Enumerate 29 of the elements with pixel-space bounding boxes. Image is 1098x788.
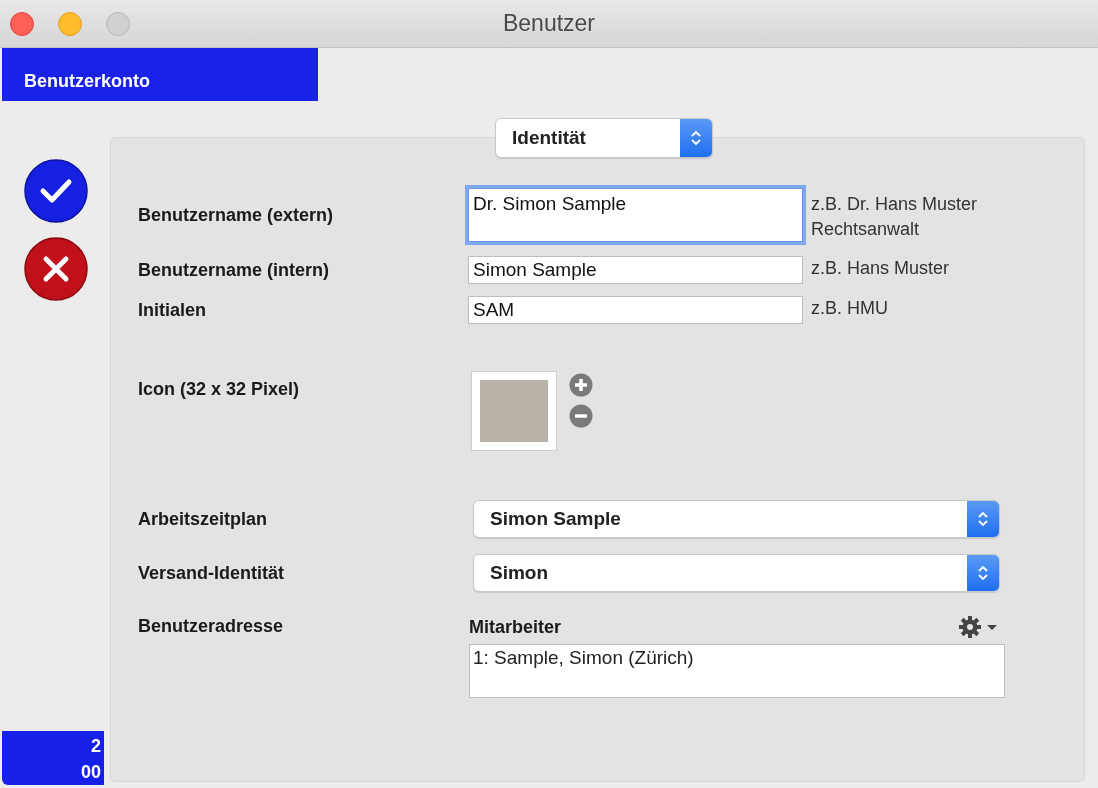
text-field[interactable]: Simon Sample bbox=[468, 256, 803, 284]
window-title: Benutzer bbox=[502, 10, 596, 37]
field-label: Benutzername (extern) bbox=[138, 204, 335, 226]
text-field[interactable]: SAM bbox=[468, 296, 803, 324]
field-label: Initialen bbox=[138, 299, 207, 321]
field-label: Icon (32 x 32 Pixel) bbox=[138, 379, 300, 399]
dropdown[interactable]: Simon bbox=[473, 554, 1000, 592]
hint-text: z.B. Hans Muster bbox=[810, 257, 951, 280]
remove-icon[interactable] bbox=[569, 404, 593, 428]
list-title: Mitarbeiter bbox=[469, 616, 562, 638]
field-label: Benutzername (intern) bbox=[138, 259, 331, 281]
field-label: Versand-Identität bbox=[138, 562, 286, 584]
cancel-button[interactable] bbox=[24, 237, 88, 301]
tab[interactable]: Benutzerkonto bbox=[2, 48, 318, 101]
field-label: Arbeitszeitplan bbox=[138, 508, 269, 530]
text-field[interactable]: Dr. Simon Sample bbox=[468, 188, 803, 242]
field-label: Benutzeradresse bbox=[138, 615, 285, 638]
hint-text: z.B. HMU bbox=[810, 297, 889, 320]
hint-text: z.B. Dr. Hans Muster Rechtsanwalt bbox=[810, 193, 979, 241]
stepper-arrows-icon bbox=[977, 510, 989, 528]
section-dropdown[interactable]: Identität bbox=[495, 118, 713, 158]
confirm-button[interactable] bbox=[24, 159, 88, 223]
close-button[interactable] bbox=[10, 11, 34, 36]
stepper-arrows-icon bbox=[977, 564, 989, 582]
dropdown[interactable]: Simon Sample bbox=[473, 500, 1000, 538]
stepper-arrows-icon bbox=[690, 129, 702, 147]
counter-badge: 2 00 bbox=[2, 731, 104, 785]
list-item[interactable]: 1: Sample, Simon (Zürich) bbox=[473, 647, 1001, 669]
add-icon[interactable] bbox=[569, 373, 593, 397]
